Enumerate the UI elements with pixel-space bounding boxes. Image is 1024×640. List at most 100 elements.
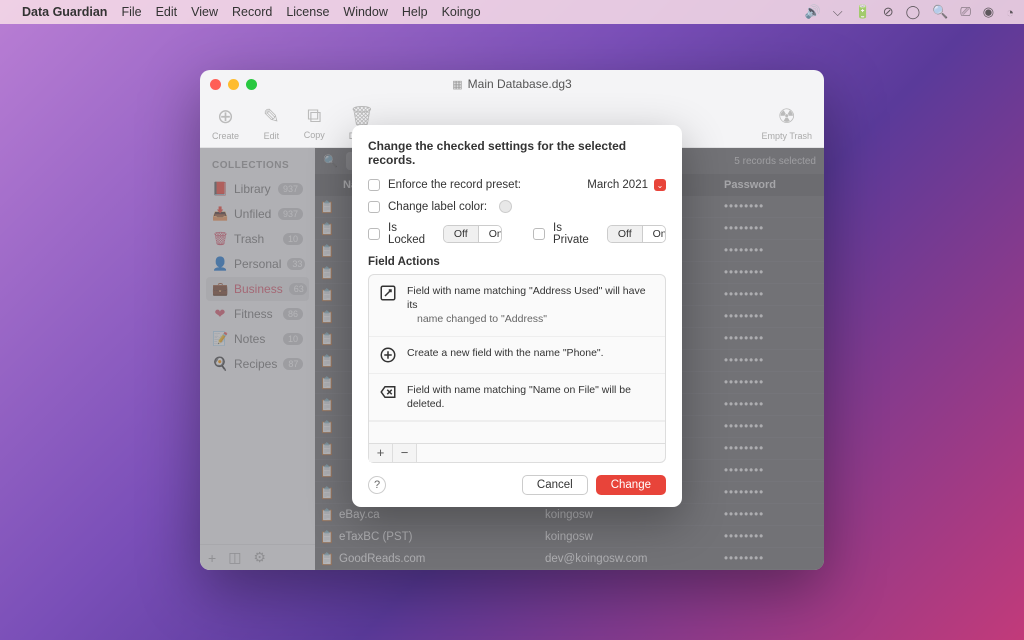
- is-locked-on[interactable]: On: [478, 226, 502, 242]
- is-private-off[interactable]: Off: [608, 226, 642, 242]
- document-icon: ▦: [452, 78, 462, 91]
- menu-window[interactable]: Window: [343, 5, 387, 19]
- window-zoom-button[interactable]: [246, 79, 257, 90]
- menu-koingo[interactable]: Koingo: [442, 5, 481, 19]
- menu-license[interactable]: License: [286, 5, 329, 19]
- rename-icon: [379, 284, 397, 302]
- siri-icon[interactable]: ◉: [983, 4, 994, 20]
- sidebar-gear-icon[interactable]: ⚙: [253, 549, 266, 566]
- clipboard-icon: 📋: [315, 332, 339, 346]
- cell-password: ••••••••: [724, 311, 824, 323]
- control-center-icon[interactable]: ⎚: [960, 4, 970, 20]
- sidebar-item-label: Unfiled: [234, 207, 272, 221]
- add-action-button[interactable]: +: [369, 444, 393, 462]
- table-row[interactable]: 📋GoodReads.comdev@koingosw.com••••••••: [315, 548, 824, 570]
- is-locked-off[interactable]: Off: [444, 226, 478, 242]
- user-icon[interactable]: ◯: [906, 4, 921, 20]
- menu-file[interactable]: File: [121, 5, 141, 19]
- table-row[interactable]: 📋eBay.cakoingosw••••••••: [315, 504, 824, 526]
- sidebar-action-icon[interactable]: ◫: [228, 549, 241, 566]
- table-row[interactable]: 📋eTaxBC (PST)koingosw••••••••: [315, 526, 824, 548]
- label-color-swatch[interactable]: [499, 200, 512, 213]
- clipboard-icon: 📋: [315, 420, 339, 434]
- change-color-checkbox[interactable]: [368, 201, 380, 213]
- cancel-button[interactable]: Cancel: [522, 475, 588, 495]
- cell-username: koingosw: [545, 531, 724, 543]
- clipboard-icon: 📋: [315, 310, 339, 324]
- sidebar-item-personal[interactable]: 👤Personal33: [206, 252, 309, 276]
- cell-password: ••••••••: [724, 531, 824, 543]
- field-action-row[interactable]: Field with name matching "Address Used" …: [369, 275, 665, 337]
- cell-password: ••••••••: [724, 245, 824, 257]
- heart-icon: ❤: [212, 306, 228, 322]
- cell-password: ••••••••: [724, 465, 824, 477]
- cell-password: ••••••••: [724, 421, 824, 433]
- menu-view[interactable]: View: [191, 5, 218, 19]
- sheet-title: Change the checked settings for the sele…: [368, 139, 666, 167]
- is-private-segment[interactable]: Off On: [607, 225, 666, 243]
- trash-icon: 🗑: [212, 231, 228, 247]
- spotlight-icon[interactable]: 🔍: [932, 4, 948, 20]
- toolbar-label: Create: [212, 131, 239, 141]
- change-settings-sheet: Change the checked settings for the sele…: [352, 125, 682, 507]
- search-icon: 🔍: [323, 154, 338, 168]
- sidebar-item-library[interactable]: 📕Library937: [206, 177, 309, 201]
- bluetooth-icon[interactable]: ⌵: [833, 4, 843, 20]
- window-close-button[interactable]: [210, 79, 221, 90]
- action-text-line1: Field with name matching "Address Used" …: [407, 285, 646, 311]
- app-name[interactable]: Data Guardian: [22, 5, 107, 19]
- menu-help[interactable]: Help: [402, 5, 428, 19]
- wifi-icon[interactable]: ⊘: [883, 4, 894, 20]
- is-private-on[interactable]: On: [642, 226, 666, 242]
- column-password-header[interactable]: Password: [724, 179, 824, 191]
- note-icon: 📝: [212, 331, 228, 347]
- help-button[interactable]: ?: [368, 476, 386, 494]
- toolbar-create-button[interactable]: ⊕ Create: [212, 104, 239, 141]
- field-action-row[interactable]: Create a new field with the name "Phone"…: [369, 337, 665, 374]
- toolbar-copy-button[interactable]: ⧉ Copy: [304, 105, 325, 140]
- cell-name: GoodReads.com: [339, 553, 545, 565]
- sidebar-item-unfiled[interactable]: 📥Unfiled937: [206, 202, 309, 226]
- is-private-label: Is Private: [553, 222, 593, 246]
- menu-edit[interactable]: Edit: [156, 5, 178, 19]
- change-color-label: Change label color:: [388, 201, 487, 213]
- preset-dropdown-button[interactable]: ⌄: [654, 179, 666, 191]
- cell-username: dev@koingosw.com: [545, 553, 724, 565]
- volume-icon[interactable]: 🔊: [805, 4, 821, 20]
- is-locked-segment[interactable]: Off On: [443, 225, 502, 243]
- sidebar-item-business[interactable]: 💼Business63: [206, 277, 309, 301]
- action-text-line1: Create a new field with the name "Phone"…: [407, 347, 604, 359]
- cell-password: ••••••••: [724, 223, 824, 235]
- toolbar-empty-trash-button[interactable]: ☢ Empty Trash: [761, 104, 812, 141]
- sidebar-item-trash[interactable]: 🗑Trash10: [206, 227, 309, 251]
- sidebar-add-icon[interactable]: +: [208, 550, 216, 566]
- field-actions-list: Field with name matching "Address Used" …: [368, 274, 666, 463]
- change-button[interactable]: Change: [596, 475, 666, 495]
- is-locked-checkbox[interactable]: [368, 228, 380, 240]
- sidebar-item-label: Library: [234, 182, 272, 196]
- enforce-preset-checkbox[interactable]: [368, 179, 380, 191]
- toolbar-label: Edit: [264, 131, 280, 141]
- delete-icon: [379, 383, 397, 401]
- cell-name: eTaxBC (PST): [339, 531, 545, 543]
- clipboard-icon: 📋: [315, 552, 339, 566]
- clipboard-icon: 📋: [315, 222, 339, 236]
- is-private-checkbox[interactable]: [533, 228, 545, 240]
- titlebar[interactable]: ▦ Main Database.dg3: [200, 70, 824, 98]
- cell-password: ••••••••: [724, 377, 824, 389]
- sidebar-item-badge: 87: [283, 358, 303, 370]
- cell-password: ••••••••: [724, 355, 824, 367]
- clock-icon[interactable]: ◔: [1006, 5, 1014, 20]
- sidebar-item-badge: 63: [289, 283, 307, 295]
- battery-icon[interactable]: 🔋: [855, 4, 871, 20]
- sidebar-item-recipes[interactable]: 🍳Recipes87: [206, 352, 309, 376]
- window-minimize-button[interactable]: [228, 79, 239, 90]
- toolbar-edit-button[interactable]: ✎ Edit: [263, 104, 280, 141]
- sidebar-item-fitness[interactable]: ❤Fitness86: [206, 302, 309, 326]
- remove-action-button[interactable]: −: [393, 444, 417, 462]
- field-action-row[interactable]: Field with name matching "Name on File" …: [369, 374, 665, 421]
- sidebar-item-notes[interactable]: 📝Notes10: [206, 327, 309, 351]
- sidebar-item-label: Recipes: [234, 357, 277, 371]
- cell-name: eBay.ca: [339, 509, 545, 521]
- menu-record[interactable]: Record: [232, 5, 272, 19]
